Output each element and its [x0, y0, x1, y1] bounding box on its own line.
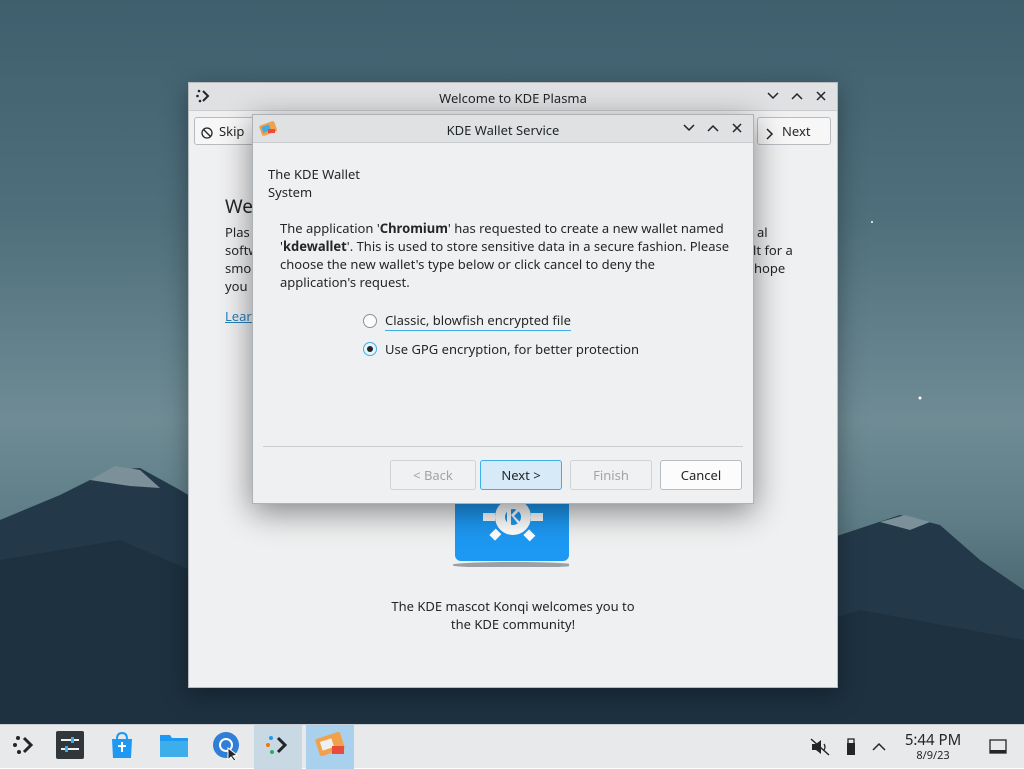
konqi-mascot-image [451, 493, 575, 568]
maximize-icon[interactable] [705, 120, 721, 136]
wallet-name: kdewallet [282, 237, 347, 255]
gpg-encryption-option[interactable]: Use GPG encryption, for better protectio… [363, 340, 639, 358]
folder-icon [159, 732, 189, 762]
clock-time: 5:44 PM [904, 730, 962, 750]
welcome-titlebar[interactable]: Welcome to KDE Plasma [189, 83, 837, 111]
dialog-divider [263, 446, 743, 447]
next-button[interactable]: Next > [480, 460, 562, 490]
wallet-system-header: The KDE Wallet System [268, 165, 360, 201]
cancel-circle-icon [201, 125, 213, 143]
mascot-caption: The KDE mascot Konqi welcomes you to the… [391, 597, 635, 633]
taskbar-system-settings[interactable] [46, 725, 94, 769]
para-fragment: hope [754, 259, 786, 277]
classic-blowfish-option[interactable]: Classic, blowfish encrypted file [363, 311, 571, 331]
kde-wallet-dialog: KDE Wallet Service The KDE Wallet System… [252, 114, 754, 504]
kde-wallet-icon [314, 731, 346, 763]
discover-store-icon [109, 731, 135, 763]
show-desktop-icon[interactable] [988, 737, 1008, 757]
finish-button[interactable]: Finish [570, 460, 652, 490]
classic-option-label: Classic, blowfish encrypted file [385, 311, 571, 331]
kde-launcher-icon [12, 734, 36, 760]
tray-expand-chevron-up-icon[interactable] [869, 737, 889, 757]
taskbar-kde-wallet[interactable] [306, 725, 354, 769]
taskbar-welcome-center[interactable] [254, 725, 302, 769]
application-launcher-button[interactable] [0, 725, 48, 769]
wallet-dialog-title: KDE Wallet Service [446, 121, 560, 139]
skip-label: Skip [219, 122, 245, 140]
welcome-center-icon [264, 734, 292, 760]
minimize-icon[interactable] [765, 88, 781, 104]
taskbar-dolphin[interactable] [150, 725, 198, 769]
gpg-radio[interactable] [363, 342, 377, 356]
back-button[interactable]: < Back [390, 460, 476, 490]
close-icon[interactable] [729, 120, 745, 136]
welcome-next-label: Next [782, 122, 811, 140]
close-icon[interactable] [813, 88, 829, 104]
chevron-right-icon [766, 126, 774, 144]
wallet-request-message: The application 'Chromium' has requested… [280, 219, 732, 291]
welcome-window-title: Welcome to KDE Plasma [439, 89, 587, 107]
classic-radio[interactable] [363, 314, 377, 328]
wallet-titlebar[interactable]: KDE Wallet Service [253, 115, 753, 143]
learn-more-link[interactable]: Lear [225, 307, 252, 325]
maximize-icon[interactable] [789, 88, 805, 104]
chromium-icon [211, 730, 241, 764]
gpg-option-label: Use GPG encryption, for better protectio… [385, 340, 640, 358]
message-text: '. This is used to store sensitive data … [280, 237, 730, 291]
clock-date: 8/9/23 [916, 748, 950, 763]
welcome-next-button[interactable]: Next [757, 117, 831, 145]
volume-muted-icon[interactable] [810, 737, 830, 757]
taskbar-discover[interactable] [98, 725, 146, 769]
message-text: The application ' [280, 219, 380, 237]
welcome-heading: We [225, 193, 254, 219]
taskbar: 5:44 PM 8/9/23 [0, 724, 1024, 769]
cancel-button[interactable]: Cancel [660, 460, 742, 490]
para-fragment: al [757, 223, 768, 241]
requesting-app-name: Chromium [379, 219, 448, 237]
system-settings-icon [56, 731, 84, 763]
digital-clock[interactable]: 5:44 PM 8/9/23 [898, 732, 968, 763]
removable-device-icon[interactable] [841, 737, 861, 757]
minimize-icon[interactable] [681, 120, 697, 136]
taskbar-chromium[interactable] [202, 725, 250, 769]
